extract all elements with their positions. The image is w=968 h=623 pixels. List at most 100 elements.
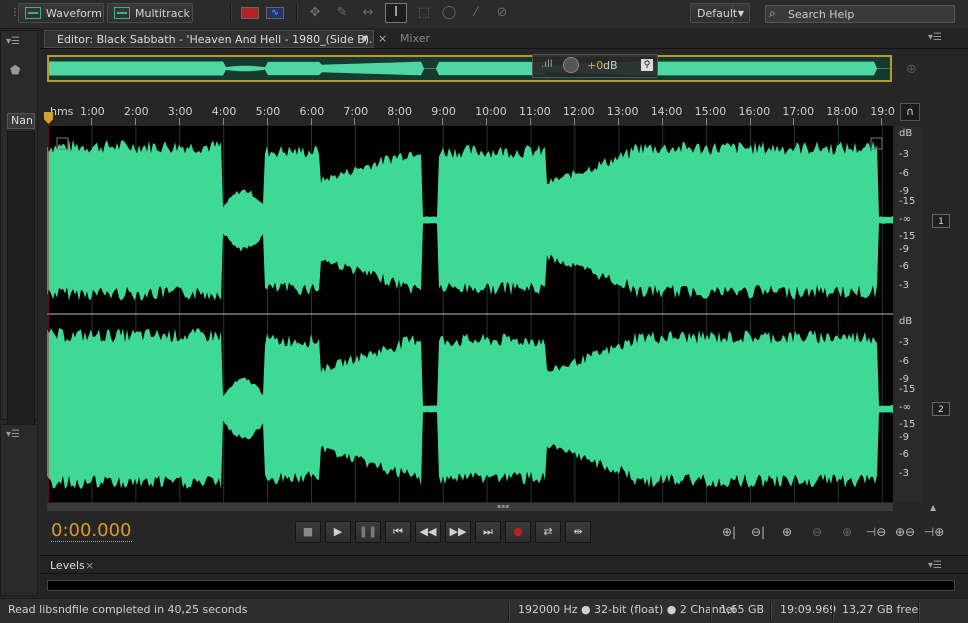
pin-icon[interactable]: ⚲: [641, 59, 653, 71]
pin-icon[interactable]: ⬟: [10, 63, 22, 77]
ruler-tick: [486, 118, 488, 125]
status-message: Read libsndfile completed in 40,25 secon…: [8, 603, 248, 616]
tab-mixer[interactable]: Mixer: [400, 30, 430, 48]
panel-menu-icon[interactable]: ▾☰: [928, 561, 942, 571]
razor-tool-icon[interactable]: ✎: [334, 5, 350, 21]
ruler-tick-label: 17:00: [782, 105, 815, 118]
zoom-selection-icon[interactable]: ⊕⊖: [894, 523, 916, 541]
editor-tab-bar: Editor: Black Sabbath - 'Heaven And Hell…: [40, 28, 968, 49]
waveform-mode-button[interactable]: Waveform: [18, 3, 104, 23]
ruler-tick-label: 15:00: [694, 105, 727, 118]
panel-menu-icon[interactable]: ▾☰: [6, 430, 20, 440]
search-help-field[interactable]: ⌕ Search Help: [765, 5, 955, 23]
stop-button[interactable]: ■: [295, 521, 321, 543]
db-mark: -3: [899, 468, 909, 479]
zoom-out-full-icon[interactable]: ⊣⊕: [923, 523, 945, 541]
volume-knob[interactable]: [563, 57, 579, 73]
panel-menu-icon[interactable]: ▾☰: [6, 37, 20, 47]
files-panel: ▾☰ ⬟ Nan ◂ ▸: [0, 30, 38, 442]
column-header-name[interactable]: Nan: [7, 113, 35, 129]
ruler-tick-label: 3:00: [167, 105, 193, 118]
db-mark: -6: [899, 449, 909, 460]
zoom-in-point-icon[interactable]: ⊣⊖: [865, 523, 887, 541]
overview-waveform: [49, 57, 890, 80]
db-unit-label: dB: [899, 128, 913, 139]
zoom-icon[interactable]: ⊕: [906, 62, 917, 77]
db-unit-label: dB: [899, 316, 913, 327]
ruler-tick: [573, 118, 575, 125]
channel-1-badge[interactable]: 1: [932, 214, 950, 228]
waveform-mode-icon: [25, 7, 41, 19]
status-format: 192000 Hz ● 32-bit (float) ● 2 Channel: [518, 603, 736, 616]
files-list[interactable]: [7, 131, 35, 431]
volume-hud[interactable]: .ıll +0 dB ⚲: [532, 54, 658, 78]
go-to-start-button[interactable]: ⏮: [385, 521, 411, 543]
close-tab-icon[interactable]: ×: [85, 559, 94, 572]
time-selection-icon[interactable]: I: [385, 3, 407, 23]
ruler-tick: [837, 118, 839, 125]
status-free-space: 13,27 GB free: [842, 603, 919, 616]
spectral-pitch-icon[interactable]: ∿: [266, 7, 284, 19]
brush-icon[interactable]: ⁄: [468, 5, 484, 21]
fast-forward-button[interactable]: ▶▶: [445, 521, 471, 543]
play-button[interactable]: ▶: [325, 521, 351, 543]
db-mark: -∞: [899, 214, 911, 225]
pause-button[interactable]: ❚❚: [355, 521, 381, 543]
waveform-overview[interactable]: [47, 55, 892, 82]
panel-menu-icon[interactable]: ▾☰: [928, 33, 942, 43]
current-time-display[interactable]: 0:00.000: [51, 521, 132, 542]
chevron-down-icon: ▼: [732, 4, 749, 24]
lasso-icon[interactable]: ◯: [441, 5, 457, 21]
chevron-down-icon[interactable]: ▼: [357, 30, 373, 48]
zoom-full-icon[interactable]: ⊕: [836, 523, 858, 541]
ruler-tick: [705, 118, 707, 125]
horizontal-scrollbar[interactable]: ▪▪▪: [47, 503, 893, 511]
zoom-in-amplitude-icon[interactable]: ⊕|: [718, 523, 740, 541]
ruler-tick-label: 19:0: [870, 105, 895, 118]
zoom-in-time-icon[interactable]: ⊕: [776, 523, 798, 541]
ruler-tick: [617, 118, 619, 125]
ruler-tick: [749, 118, 751, 125]
move-tool-icon[interactable]: ✥: [307, 5, 323, 21]
tab-levels[interactable]: Levels: [50, 559, 85, 572]
transport-bar: [40, 512, 968, 554]
workspace-select[interactable]: Default ▼: [690, 3, 750, 24]
slip-tool-icon[interactable]: ↔: [360, 5, 376, 21]
scroll-up-icon[interactable]: ▲: [930, 503, 936, 512]
spectral-frequency-icon[interactable]: [241, 7, 259, 19]
record-button[interactable]: ●: [505, 521, 531, 543]
db-mark: -3: [899, 337, 909, 348]
search-icon: ⌕: [769, 6, 776, 20]
ruler-tick: [793, 118, 795, 125]
loop-button[interactable]: ⇄: [535, 521, 561, 543]
playhead-marker[interactable]: [44, 112, 53, 124]
close-tab-icon[interactable]: ×: [378, 30, 388, 48]
channel-2-badge[interactable]: 2: [932, 402, 950, 416]
ruler-unit: hms: [50, 105, 74, 118]
zoom-out-amplitude-icon[interactable]: ⊖|: [747, 523, 769, 541]
rewind-button[interactable]: ◀◀: [415, 521, 441, 543]
play-icon: ▶: [333, 525, 343, 538]
go-to-start-icon: ⏮: [393, 525, 403, 538]
ruler-tick-label: 18:00: [826, 105, 858, 118]
go-to-end-button[interactable]: ⏭: [475, 521, 501, 543]
ruler-tick-label: 10:00: [475, 105, 507, 118]
effects-panel: ▾☰: [0, 424, 38, 596]
db-mark: -3: [899, 280, 909, 291]
headphones-icon[interactable]: ∩: [900, 103, 920, 121]
ruler-tick: [530, 118, 531, 125]
marquee-icon[interactable]: ⬚: [416, 5, 432, 21]
db-mark: -15: [899, 419, 916, 430]
ruler-tick-label: 4:00: [211, 105, 237, 118]
tab-editor[interactable]: Editor: Black Sabbath - 'Heaven And Hell…: [44, 30, 374, 48]
ruler-tick-label: 16:00: [738, 105, 771, 118]
skip-selection-button[interactable]: ⇹: [565, 521, 591, 543]
multitrack-mode-button[interactable]: Multitrack: [107, 3, 193, 23]
levels-panel: Levels × ▾☰: [40, 555, 968, 598]
waveform-display[interactable]: [47, 126, 893, 502]
signal-icon: .ıll: [541, 59, 553, 70]
zoom-out-time-icon[interactable]: ⊖: [806, 523, 828, 541]
spot-healing-icon[interactable]: ⊘: [494, 5, 510, 21]
ruler-tick-label: 9:00: [431, 105, 456, 118]
time-ruler[interactable]: hms 1:00 2:00 3:00 4:00 5:00 6:00 7:00 8:00 9:00…: [44, 100, 897, 126]
